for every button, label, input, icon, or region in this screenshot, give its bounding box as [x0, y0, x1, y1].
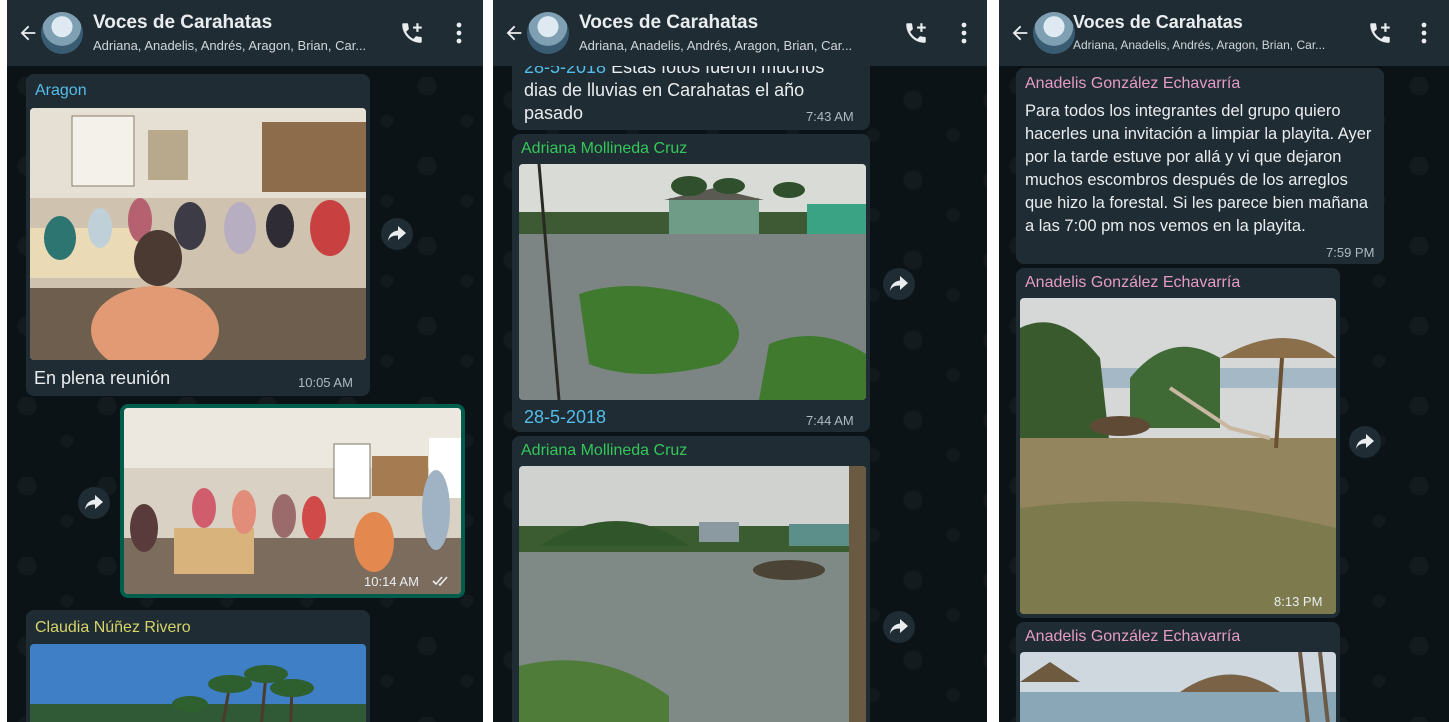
sender-name[interactable]: Anadelis González Echavarría — [1025, 75, 1240, 93]
sender-name[interactable]: Adriana Mollineda Cruz — [521, 140, 687, 158]
add-call-icon[interactable] — [903, 20, 929, 46]
forward-icon — [890, 619, 908, 634]
photo-meeting-room[interactable] — [30, 108, 366, 360]
forward-button[interactable] — [381, 218, 413, 250]
photo-beach-debris[interactable] — [1020, 298, 1336, 614]
forward-button[interactable] — [883, 611, 915, 643]
chat-panel-2: 28-5-2018 Estas fotos fueron muchos dias… — [493, 0, 987, 722]
message-time: 7:59 PM — [1326, 245, 1375, 260]
photo-beach-huts[interactable] — [1020, 652, 1336, 722]
sender-name[interactable]: Anadelis González Echavarría — [1025, 628, 1240, 646]
message-bubble[interactable]: Adriana Mollineda Cruz — [512, 436, 870, 722]
chat-header: Voces de Carahatas Adriana, Anadelis, An… — [7, 0, 483, 66]
overflow-menu-icon[interactable] — [959, 20, 969, 46]
message-caption: En plena reunión — [34, 368, 171, 388]
group-avatar[interactable] — [1033, 12, 1075, 54]
chat-header: Voces de Carahatas Adriana, Anadelis, An… — [493, 0, 987, 66]
forward-button[interactable] — [883, 268, 915, 300]
message-bubble[interactable]: Adriana Mollineda Cruz 28-5-2018 7:44 AM — [512, 134, 870, 432]
back-arrow-icon[interactable] — [503, 22, 525, 44]
chat-panel-3: Voces de Carahatas Adriana, Anadelis, An… — [999, 0, 1449, 722]
sender-name[interactable]: Claudia Núñez Rivero — [35, 619, 191, 637]
forward-icon — [85, 495, 103, 510]
chat-members[interactable]: Adriana, Anadelis, Andrés, Aragon, Brian… — [93, 38, 366, 53]
message-time: 10:14 AM — [364, 574, 419, 589]
message-bubble[interactable]: Anadelis González Echavarría 8:13 PM — [1016, 268, 1340, 618]
message-bubble[interactable]: Anadelis González Echavarría — [1016, 622, 1340, 722]
chat-title[interactable]: Voces de Carahatas — [579, 12, 758, 34]
forward-button[interactable] — [1349, 426, 1381, 458]
message-time: 8:13 PM — [1274, 594, 1323, 609]
sender-name[interactable]: Anadelis González Echavarría — [1025, 274, 1240, 292]
message-bubble-outgoing[interactable]: 10:14 AM — [120, 404, 465, 598]
message-caption[interactable]: 28-5-2018 — [524, 406, 606, 429]
forward-icon — [1356, 434, 1374, 449]
message-time: 10:05 AM — [298, 375, 353, 390]
add-call-icon[interactable] — [1367, 20, 1393, 46]
forward-button[interactable] — [78, 487, 110, 519]
back-arrow-icon[interactable] — [17, 22, 39, 44]
message-time: 7:44 AM — [806, 413, 854, 428]
sender-name[interactable]: Adriana Mollineda Cruz — [521, 442, 687, 460]
message-text: 28-5-2018 Estas fotos fueron muchos dias… — [524, 56, 854, 125]
message-bubble[interactable]: Anadelis González Echavarría Para todos … — [1016, 68, 1384, 264]
message-bubble[interactable]: Claudia Núñez Rivero — [26, 610, 370, 722]
photo-meeting-circle[interactable] — [124, 408, 461, 594]
photo-beach-palms[interactable] — [30, 644, 366, 722]
photo-flooded-street[interactable] — [519, 466, 866, 722]
chat-members[interactable]: Adriana, Anadelis, Andrés, Aragon, Brian… — [579, 38, 852, 53]
sender-name[interactable]: Aragon — [35, 82, 87, 100]
overflow-menu-icon[interactable] — [1419, 20, 1429, 46]
add-call-icon[interactable] — [399, 20, 425, 46]
chat-title[interactable]: Voces de Carahatas — [1073, 12, 1243, 33]
chat-members[interactable]: Adriana, Anadelis, Andrés, Aragon, Brian… — [1073, 38, 1325, 52]
message-time: 7:43 AM — [806, 109, 854, 124]
group-avatar[interactable] — [527, 12, 569, 54]
photo-flooded-houses[interactable] — [519, 164, 866, 400]
forward-icon — [890, 276, 908, 291]
group-avatar[interactable] — [41, 12, 83, 54]
double-check-icon — [432, 576, 448, 587]
chat-panel-1: Voces de Carahatas Adriana, Anadelis, An… — [7, 0, 483, 722]
forward-icon — [388, 226, 406, 241]
message-bubble[interactable]: Aragon En plena reunión 10:05 AM — [26, 74, 370, 396]
message-text: Para todos los integrantes del grupo qui… — [1025, 102, 1372, 235]
chat-header: Voces de Carahatas Adriana, Anadelis, An… — [999, 0, 1449, 66]
chat-title[interactable]: Voces de Carahatas — [93, 12, 272, 34]
overflow-menu-icon[interactable] — [454, 20, 464, 46]
back-arrow-icon[interactable] — [1009, 22, 1031, 44]
